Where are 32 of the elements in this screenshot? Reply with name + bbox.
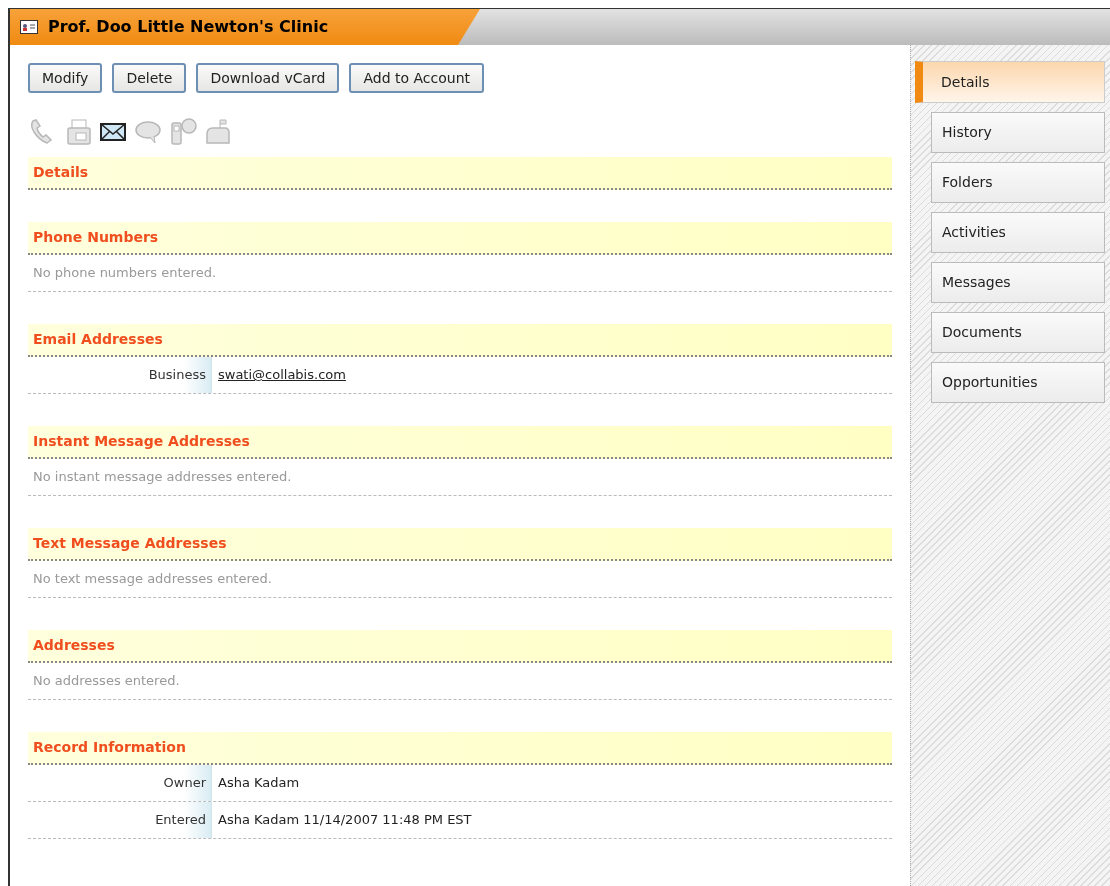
side-tab[interactable]: History <box>931 112 1105 153</box>
contact-card-icon <box>20 20 38 34</box>
section-header: Instant Message Addresses <box>28 426 892 459</box>
side-tab[interactable]: Details <box>915 61 1105 103</box>
side-tab[interactable]: Documents <box>931 312 1105 353</box>
window-title: Prof. Doo Little Newton's Clinic <box>48 16 329 38</box>
field-label: Entered <box>155 811 206 830</box>
empty-message: No text message addresses entered. <box>33 570 272 589</box>
action-button[interactable]: Add to Account <box>349 63 485 93</box>
action-button[interactable]: Modify <box>28 63 103 93</box>
section-header: Text Message Addresses <box>28 528 892 561</box>
section-header: Addresses <box>28 630 892 663</box>
side-tab[interactable]: Activities <box>931 212 1105 253</box>
side-tab[interactable]: Folders <box>931 162 1105 203</box>
empty-message: No addresses entered. <box>33 672 180 691</box>
field-value: Asha Kadam <box>218 774 300 793</box>
empty-message: No phone numbers entered. <box>33 264 217 283</box>
action-button[interactable]: Delete <box>112 63 187 93</box>
email-link[interactable]: swati@collabis.com <box>218 365 346 385</box>
mobile-phone-icon[interactable] <box>168 117 198 147</box>
field-value: Asha Kadam 11/14/2007 11:48 PM EST <box>218 811 472 830</box>
side-tab[interactable]: Messages <box>931 262 1105 303</box>
section-header: Record Information <box>28 732 892 765</box>
section-header: Email Addresses <box>28 324 892 357</box>
field-label: Owner <box>163 774 206 793</box>
field-label: Business <box>148 366 206 385</box>
section-header: Details <box>28 157 892 190</box>
side-tab[interactable]: Opportunities <box>931 362 1105 403</box>
mailbox-icon[interactable] <box>203 117 233 147</box>
action-button[interactable]: Download vCard <box>196 63 340 93</box>
section-header: Phone Numbers <box>28 222 892 255</box>
empty-message: No instant message addresses entered. <box>33 468 292 487</box>
